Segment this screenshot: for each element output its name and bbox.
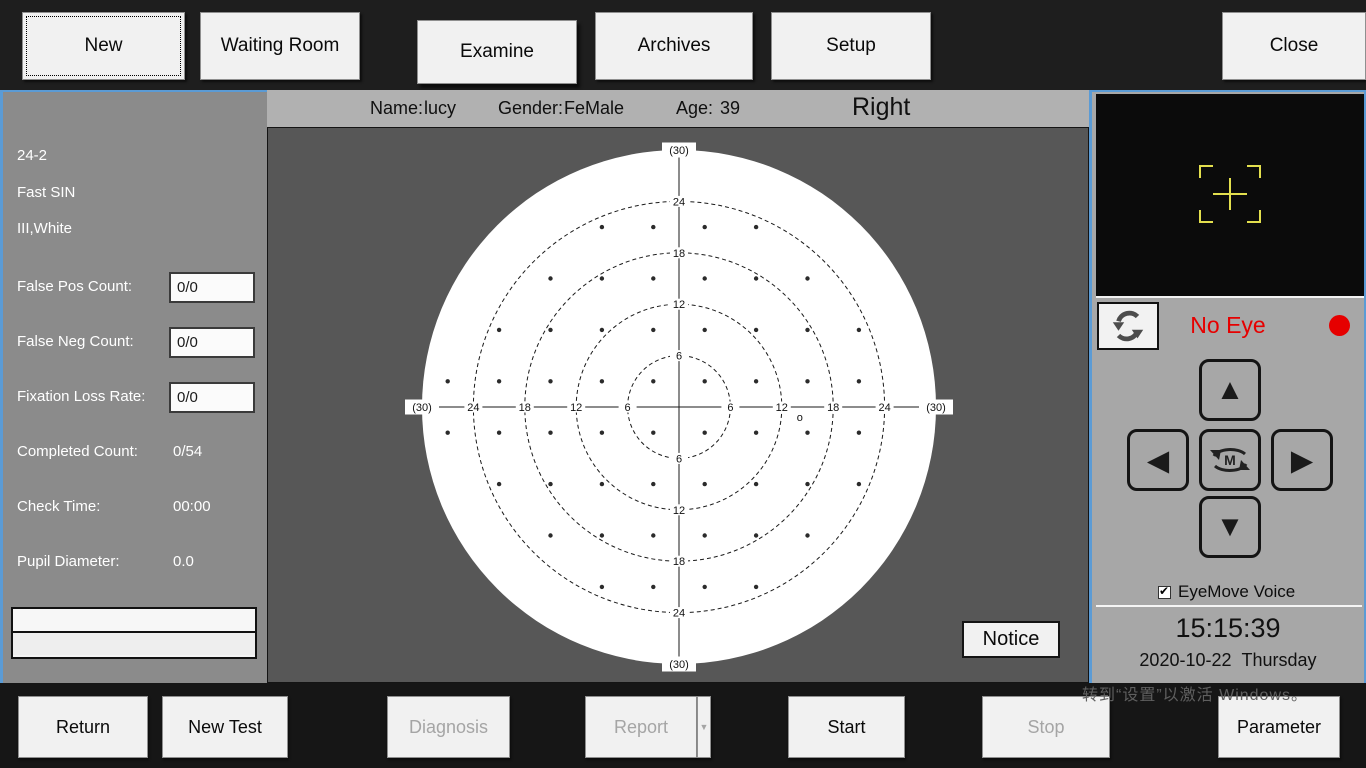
pupil-diameter-value: 0.0 (173, 553, 194, 570)
visual-field-chart: 6 6 6 6 12 12 12 12 18 18 18 18 24 24 24 24 (30) (30) (30)… (268, 128, 1088, 682)
clock-date: 2020-10-22 Thursday (1092, 650, 1364, 671)
completed-count-value: 0/54 (173, 443, 202, 460)
move-left-button[interactable]: ◀ (1127, 429, 1189, 491)
left-arrow-icon: ◀ (1147, 443, 1169, 478)
diagnosis-button[interactable]: Diagnosis (387, 696, 510, 758)
record-indicator-icon (1329, 315, 1350, 336)
examine-button[interactable]: Examine (417, 20, 577, 84)
patient-age-value: 39 (720, 98, 740, 119)
status-listbox-row (13, 609, 255, 633)
test-stimulus-label: III,White (17, 220, 72, 237)
close-button[interactable]: Close (1222, 12, 1366, 80)
report-dropdown-button[interactable]: ▼ (697, 696, 711, 758)
svg-text:18: 18 (827, 402, 839, 414)
move-right-button[interactable]: ▶ (1271, 429, 1333, 491)
test-program-label: 24-2 (17, 147, 47, 164)
check-time-value: 00:00 (173, 498, 211, 515)
motor-center-button[interactable]: M (1199, 429, 1261, 491)
svg-text:(30): (30) (412, 402, 432, 414)
svg-text:24: 24 (673, 608, 685, 620)
pupil-diameter-label: Pupil Diameter: (17, 553, 120, 570)
svg-text:24: 24 (467, 402, 479, 414)
test-info-sidebar: 24-2 Fast SIN III,White False Pos Count:… (0, 90, 267, 683)
panel-divider (1096, 605, 1362, 607)
svg-text:12: 12 (776, 402, 788, 414)
status-listbox[interactable] (11, 607, 257, 659)
camera-status-bar: No Eye (1092, 300, 1364, 352)
svg-text:M: M (1224, 452, 1236, 468)
right-arrow-icon: ▶ (1291, 443, 1313, 478)
move-up-button[interactable]: ▲ (1199, 359, 1261, 421)
eye-detect-status: No Eye (1092, 312, 1364, 339)
top-toolbar: New Waiting Room Examine Archives Setup … (0, 0, 1366, 90)
svg-text:6: 6 (676, 453, 682, 465)
setup-button[interactable]: Setup (771, 12, 931, 80)
completed-count-label: Completed Count: (17, 443, 138, 460)
false-pos-label: False Pos Count: (17, 278, 132, 295)
test-strategy-label: Fast SIN (17, 184, 75, 201)
stop-button[interactable]: Stop (982, 696, 1110, 758)
svg-text:6: 6 (727, 402, 733, 414)
new-button[interactable]: New (22, 12, 185, 80)
svg-text:(30): (30) (926, 402, 946, 414)
archives-button[interactable]: Archives (595, 12, 753, 80)
svg-text:18: 18 (519, 402, 531, 414)
svg-text:24: 24 (878, 402, 890, 414)
up-arrow-icon: ▲ (1216, 374, 1245, 407)
new-test-button[interactable]: New Test (162, 696, 288, 758)
waiting-room-button[interactable]: Waiting Room (200, 12, 360, 80)
svg-text:18: 18 (673, 248, 685, 260)
eyemove-voice-label: EyeMove Voice (1178, 582, 1295, 602)
patient-gender-label: Gender: (498, 98, 563, 119)
device-control-panel: No Eye ▲ ◀ M ▶ ▼ EyeMove Voice 15:15:39 … (1089, 90, 1366, 683)
report-button[interactable]: Report (585, 696, 697, 758)
patient-header: Name: lucy Gender: FeMale Age: 39 Right (267, 90, 1089, 127)
false-neg-input[interactable] (169, 327, 255, 358)
svg-text:18: 18 (673, 556, 685, 568)
svg-text:6: 6 (676, 351, 682, 363)
fixation-loss-label: Fixation Loss Rate: (17, 388, 145, 405)
fixation-loss-input[interactable] (169, 382, 255, 413)
down-arrow-icon: ▼ (1216, 511, 1245, 544)
start-button[interactable]: Start (788, 696, 905, 758)
rotate-m-icon: M (1205, 442, 1255, 478)
check-time-label: Check Time: (17, 498, 100, 515)
eye-side-indicator: Right (852, 93, 910, 122)
false-pos-input[interactable] (169, 272, 255, 303)
dropdown-arrow-icon: ▼ (700, 722, 709, 732)
notice-button[interactable]: Notice (962, 621, 1060, 658)
parameter-button[interactable]: Parameter (1218, 696, 1340, 758)
eyemove-voice-checkbox[interactable] (1158, 586, 1171, 599)
svg-text:24: 24 (673, 196, 685, 208)
fixation-crosshair-icon (1096, 94, 1364, 296)
patient-name-value: lucy (424, 98, 456, 119)
windows-activation-watermark: 转到“设置”以激活 Windows。 (1082, 681, 1308, 705)
svg-text:o: o (797, 412, 803, 424)
move-down-button[interactable]: ▼ (1199, 496, 1261, 558)
svg-text:6: 6 (625, 402, 631, 414)
eyemove-voice-row[interactable]: EyeMove Voice (1158, 582, 1295, 602)
svg-text:12: 12 (570, 402, 582, 414)
false-neg-label: False Neg Count: (17, 333, 134, 350)
svg-text:12: 12 (673, 299, 685, 311)
status-listbox-row (13, 633, 255, 655)
svg-text:(30): (30) (669, 659, 689, 671)
patient-age-label: Age: (676, 98, 713, 119)
patient-gender-value: FeMale (564, 98, 624, 119)
clock-time: 15:15:39 (1092, 613, 1364, 644)
return-button[interactable]: Return (18, 696, 148, 758)
patient-name-label: Name: (370, 98, 423, 119)
svg-text:12: 12 (673, 505, 685, 517)
eye-camera-view (1096, 94, 1364, 298)
svg-text:(30): (30) (669, 145, 689, 157)
visual-field-chart-area: 6 6 6 6 12 12 12 12 18 18 18 18 24 24 24 24 (30) (30) (30)… (267, 127, 1089, 683)
